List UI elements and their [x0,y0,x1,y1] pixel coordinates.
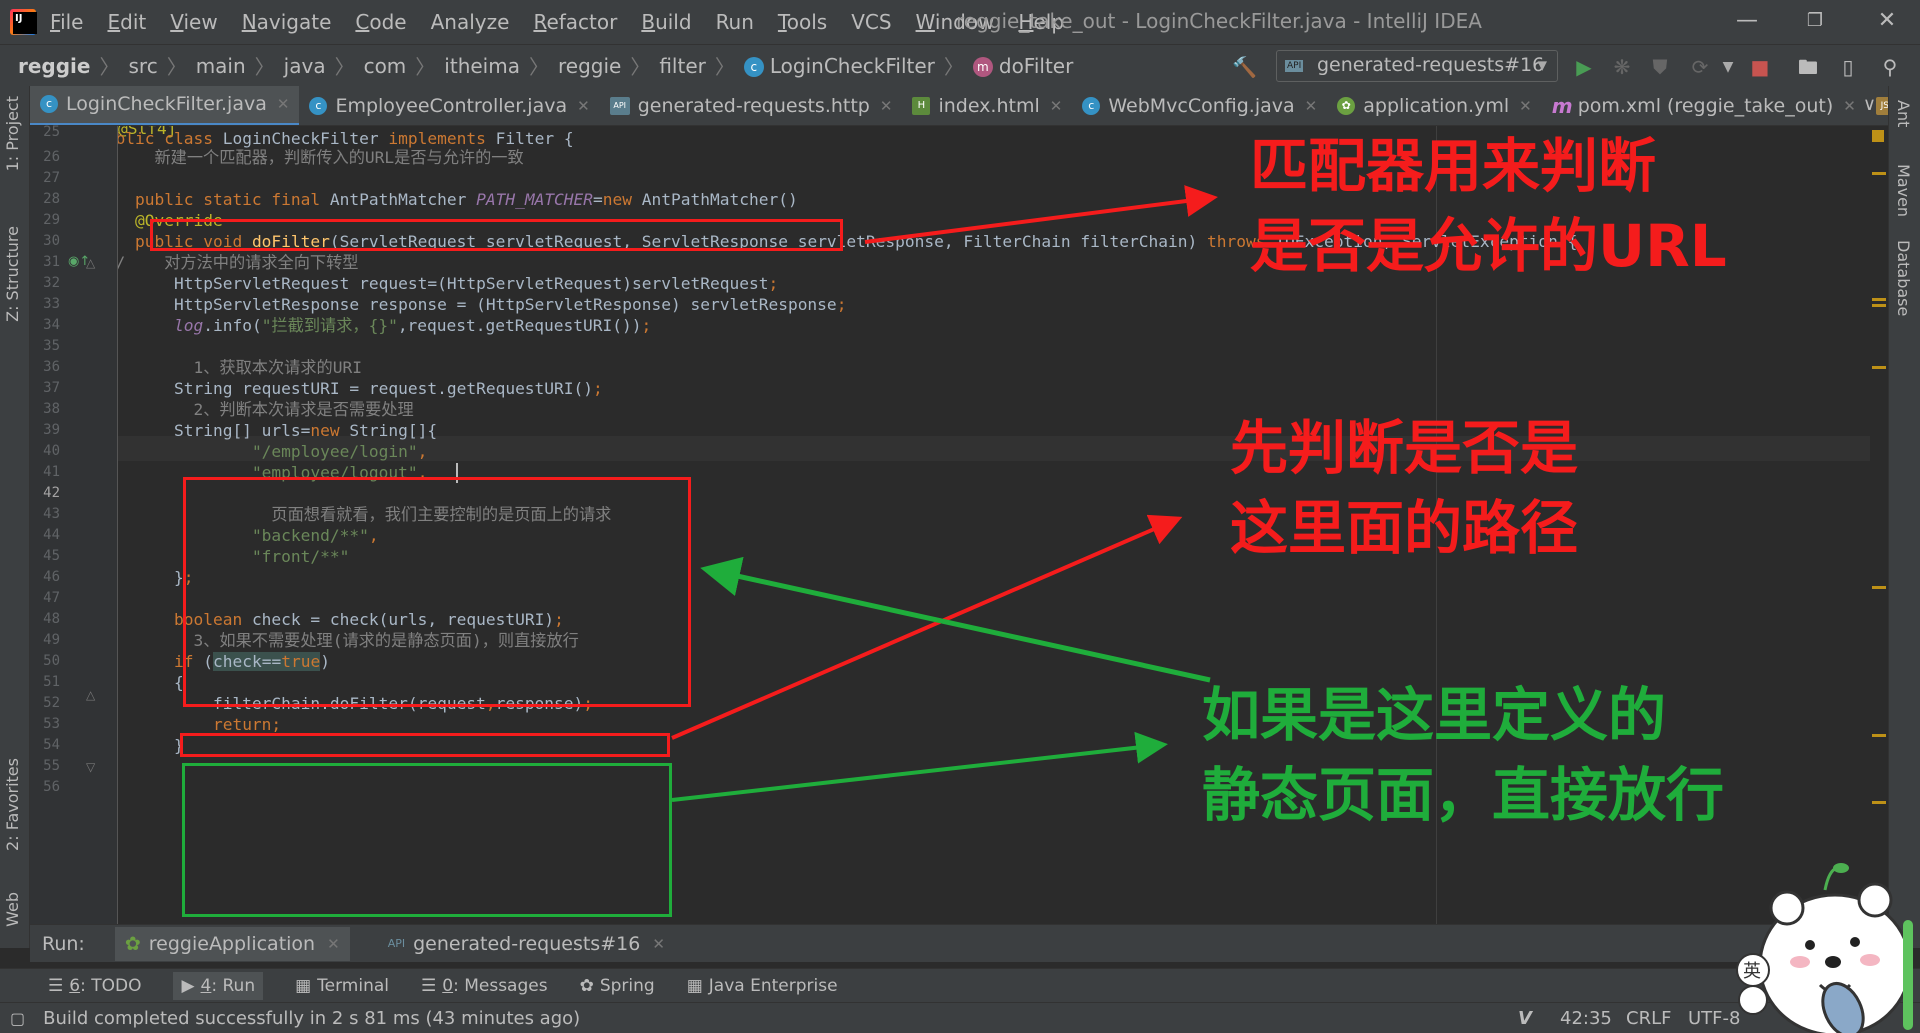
green-arrow-urls [700,556,1211,683]
vcs-check-icon[interactable]: V [1518,1008,1532,1029]
line-separator[interactable]: CRLF [1626,1008,1671,1029]
tool-run[interactable]: ▶ 4: Run [173,971,264,1000]
spring-icon: ✿ [579,975,594,996]
red-caption-matcher: 匹配器用来判断 是否是允许的URL [1250,132,1727,280]
java-enterprise-icon: ▦ [686,975,703,996]
run-tool-window-header: Run: ✿ reggieApplication ✕ API generated-re… [30,924,1888,962]
close-tab-icon[interactable]: ✕ [327,935,340,953]
cursor-position[interactable]: 42:35 [1560,1008,1612,1029]
red-box-check [180,733,670,757]
run-label: Run: [42,932,85,955]
tool-windows-toggle-icon[interactable]: ▢ [10,1009,25,1028]
red-arrow-paths [671,514,1183,740]
tool-spring[interactable]: ✿ Spring [580,976,655,996]
run-tab-generated-requests[interactable]: API generated-requests#16 ✕ [388,933,665,955]
tool-todo[interactable]: ☰ 6: TODO [48,976,141,996]
spring-boot-icon: ✿ [124,932,141,955]
status-message[interactable]: Build completed successfully in 2 s 81 m… [43,1008,580,1029]
bear-mascot-sticker: 英 [1725,850,1915,1033]
tool-window-bar: ☰ 6: TODO ▶ 4: Run ▦ Terminal ☰ 0: Messages … [0,968,1920,1002]
red-arrow-matcher [864,185,1218,244]
green-arrow-pass [671,731,1168,802]
terminal-icon: ▦ [295,975,312,996]
green-caption-pass: 如果是这里定义的 静态页面，直接放行 [1202,681,1725,829]
http-api-icon: API [387,937,406,950]
status-bar: ▢ Build completed successfully in 2 s 81… [0,1002,1920,1033]
run-icon: ▶ [181,975,195,996]
tool-java-enterprise[interactable]: ▦ Java Enterprise [687,976,838,996]
tool-terminal[interactable]: ▦ Terminal [295,976,389,996]
run-tab-reggie-application[interactable]: ✿ reggieApplication ✕ [114,926,350,961]
ime-indicator[interactable]: 英 [1743,957,1761,983]
red-box-path-matcher [150,219,843,251]
green-box-pass [182,763,672,917]
bear-mascot-icon [1736,863,1913,1033]
list-icon: ☰ [48,975,64,996]
tool-messages[interactable]: ☰ 0: Messages [421,976,548,996]
close-tab-icon[interactable]: ✕ [652,935,665,953]
red-box-urls [183,477,691,707]
messages-icon: ☰ [421,975,437,996]
red-caption-paths: 先判断是否是 这里面的路径 [1230,414,1579,562]
